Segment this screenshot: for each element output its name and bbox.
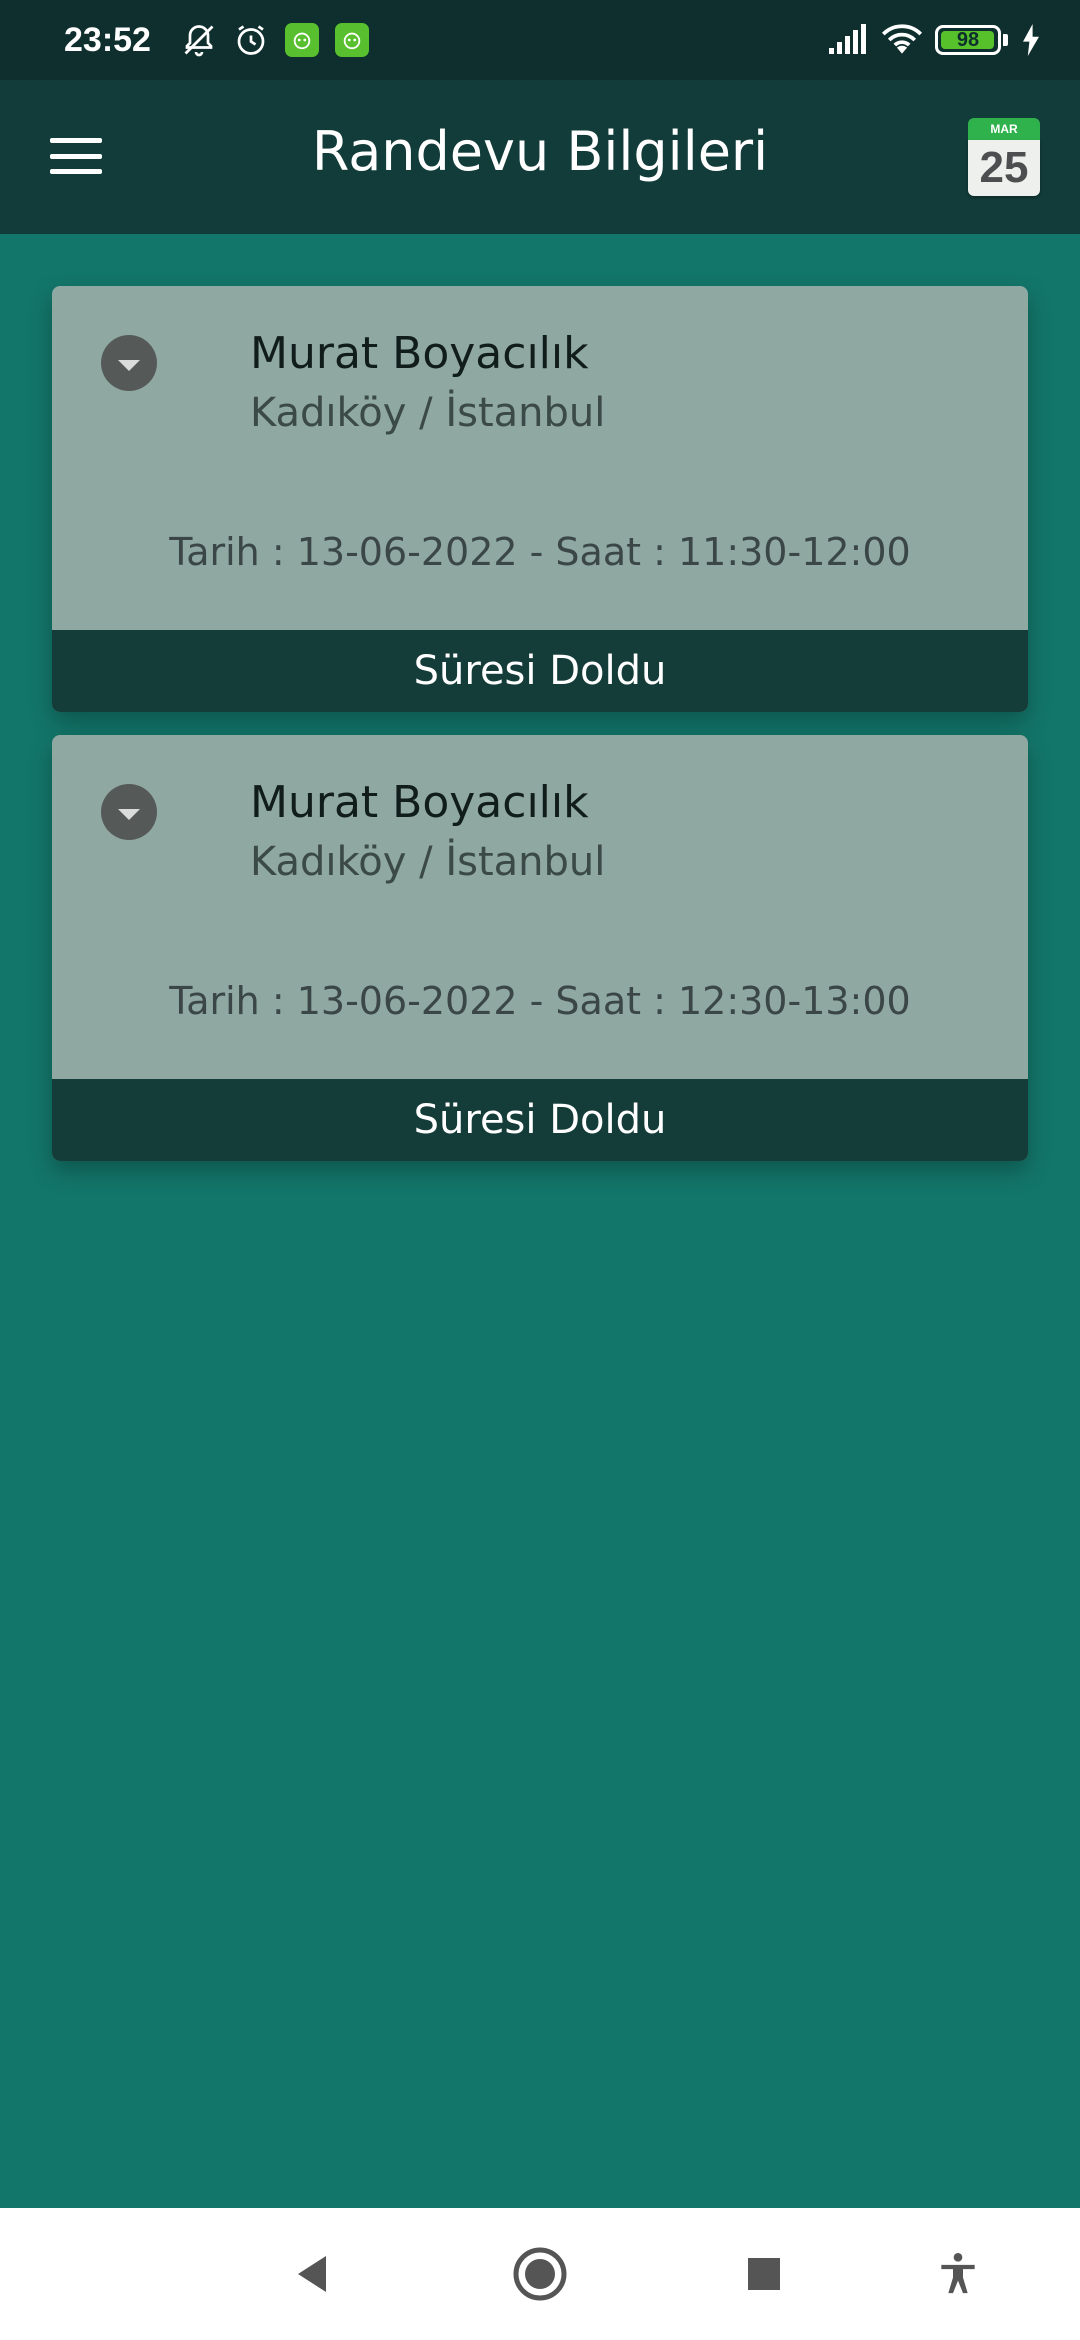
chevron-down-icon [118, 808, 140, 820]
system-nav-bar [0, 2208, 1080, 2340]
calendar-month: MAR [968, 118, 1040, 140]
appointment-location: Kadıköy / İstanbul [250, 390, 606, 436]
appointment-status[interactable]: Süresi Doldu [52, 1079, 1028, 1161]
chevron-down-icon [118, 359, 140, 371]
charging-icon [1023, 24, 1039, 56]
app-notification-icon [334, 23, 369, 57]
back-icon [298, 2256, 326, 2292]
calendar-button[interactable]: MAR 25 [968, 118, 1040, 196]
calendar-day: 25 [968, 140, 1040, 196]
alarm-clock-icon [237, 25, 265, 55]
back-button[interactable] [252, 2208, 372, 2340]
appointment-name: Murat Boyacılık [250, 328, 589, 379]
recents-button[interactable] [704, 2208, 824, 2340]
appointment-status[interactable]: Süresi Doldu [52, 630, 1028, 712]
app-notification-icon [284, 23, 319, 57]
wifi-icon [881, 24, 923, 54]
app-bar: Randevu Bilgileri MAR 25 [0, 80, 1080, 234]
signal-icon [829, 24, 866, 54]
battery-tip [1003, 34, 1008, 46]
home-icon [513, 2247, 567, 2301]
expand-toggle-button[interactable] [101, 784, 157, 840]
accessibility-button[interactable] [898, 2208, 1018, 2340]
appointment-card[interactable]: Murat Boyacılık Kadıköy / İstanbul Tarih… [52, 735, 1028, 1161]
appointment-card[interactable]: Murat Boyacılık Kadıköy / İstanbul Tarih… [52, 286, 1028, 712]
appointment-datetime: Tarih : 13-06-2022 - Saat : 11:30-12:00 [169, 530, 911, 574]
appointment-location: Kadıköy / İstanbul [250, 839, 606, 885]
accessibility-icon [941, 2253, 975, 2294]
page-title: Randevu Bilgileri [311, 120, 769, 183]
status-time: 23:52 [64, 20, 151, 59]
battery-icon: 98 [935, 25, 1001, 55]
bell-off-icon [184, 25, 214, 57]
battery-level: 98 [956, 28, 980, 51]
status-bar: 23:52 98 [0, 0, 1080, 80]
appointment-name: Murat Boyacılık [250, 777, 589, 828]
recents-icon [748, 2258, 780, 2290]
status-left: 23:52 [64, 21, 369, 60]
expand-toggle-button[interactable] [101, 335, 157, 391]
appointment-datetime: Tarih : 13-06-2022 - Saat : 12:30-13:00 [169, 979, 911, 1023]
status-right: 98 [827, 23, 1042, 57]
home-button[interactable] [480, 2208, 600, 2340]
